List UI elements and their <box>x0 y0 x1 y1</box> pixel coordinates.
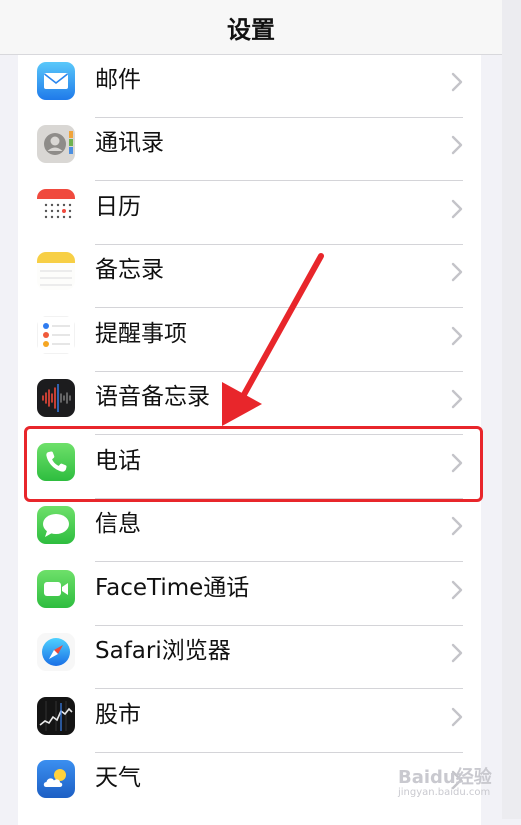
settings-row-label: 邮件 <box>95 67 141 93</box>
settings-row-label: 提醒事项 <box>95 321 187 347</box>
messages-icon <box>37 506 75 544</box>
settings-row-notes[interactable]: 备忘录 <box>18 245 481 308</box>
highlight-box <box>24 426 483 502</box>
chevron-right-icon <box>451 72 463 92</box>
settings-row-stocks[interactable]: 股市 <box>18 690 481 753</box>
row-separator <box>95 180 463 181</box>
chevron-right-icon <box>451 643 463 663</box>
reminders-icon <box>37 316 75 354</box>
settings-row-facetime[interactable]: FaceTime通话 <box>18 563 481 626</box>
chevron-right-icon <box>451 135 463 155</box>
settings-row-label: 通讯录 <box>95 130 164 156</box>
settings-row-messages[interactable]: 信息 <box>18 499 481 562</box>
facetime-icon <box>37 570 75 608</box>
voice-memos-icon <box>37 379 75 417</box>
watermark-url: jingyan.baidu.com <box>398 787 491 798</box>
settings-row-contacts[interactable]: 通讯录 <box>18 118 481 181</box>
chevron-right-icon <box>451 199 463 219</box>
chevron-right-icon <box>451 262 463 282</box>
chevron-right-icon <box>451 516 463 536</box>
settings-row-label: 股市 <box>95 702 141 728</box>
stocks-icon <box>37 697 75 735</box>
settings-row-safari[interactable]: Safari浏览器 <box>18 626 481 689</box>
watermark-brand: Baidu经验 <box>398 767 492 788</box>
settings-row-calendar[interactable]: 日历 <box>18 182 481 245</box>
nav-bar: 设置 <box>0 0 502 55</box>
settings-row-mail[interactable]: 邮件 <box>18 55 481 118</box>
settings-row-label: 日历 <box>95 194 141 220</box>
settings-row-label: 语音备忘录 <box>95 384 210 410</box>
chevron-right-icon <box>451 707 463 727</box>
chevron-right-icon <box>451 389 463 409</box>
safari-icon <box>37 633 75 671</box>
notes-icon <box>37 252 75 290</box>
settings-row-label: FaceTime通话 <box>95 575 250 601</box>
watermark: Baidu经验 jingyan.baidu.com <box>398 763 492 798</box>
chevron-right-icon <box>451 326 463 346</box>
row-separator <box>95 688 463 689</box>
settings-row-label: 天气 <box>95 765 141 791</box>
contacts-icon <box>37 125 75 163</box>
chevron-right-icon <box>451 580 463 600</box>
row-separator <box>95 561 463 562</box>
settings-row-label: 备忘录 <box>95 257 164 283</box>
page-title: 设置 <box>227 15 275 44</box>
right-margin <box>502 0 521 819</box>
settings-row-label: Safari浏览器 <box>95 638 231 664</box>
weather-icon <box>37 760 75 798</box>
mail-icon <box>37 62 75 100</box>
row-separator <box>95 307 463 308</box>
settings-row-reminders[interactable]: 提醒事项 <box>18 309 481 372</box>
calendar-icon <box>37 189 75 227</box>
settings-row-label: 信息 <box>95 511 141 537</box>
